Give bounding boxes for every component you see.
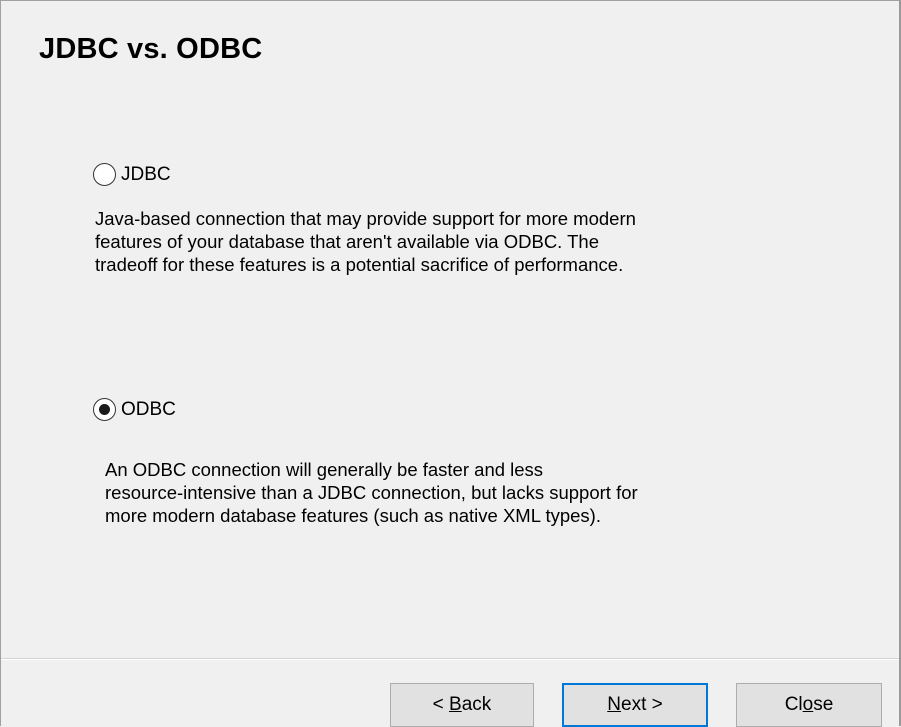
- back-button[interactable]: < Back: [390, 683, 534, 727]
- back-button-prefix: <: [432, 694, 450, 715]
- jdbc-description-line: Java-based connection that may provide s…: [95, 208, 636, 229]
- jdbc-description-line: features of your database that aren't av…: [95, 231, 600, 252]
- jdbc-radio-label: JDBC: [121, 163, 171, 185]
- next-button[interactable]: Next >: [562, 683, 708, 727]
- radio-selected-dot: [99, 404, 110, 415]
- close-button[interactable]: Close: [736, 683, 882, 727]
- next-button-mnemonic: N: [607, 694, 621, 715]
- jdbc-description-line: tradeoff for these features is a potenti…: [95, 254, 624, 275]
- odbc-description-line: resource-intensive than a JDBC connectio…: [105, 482, 638, 503]
- jdbc-radio-button[interactable]: [93, 163, 116, 186]
- odbc-radio-button[interactable]: [93, 398, 116, 421]
- close-button-rest: se: [813, 694, 834, 715]
- odbc-radio-option[interactable]: ODBC: [93, 398, 176, 421]
- jdbc-description: Java-based connection that may provide s…: [95, 207, 636, 276]
- odbc-description-line: An ODBC connection will generally be fas…: [105, 459, 544, 480]
- button-bar-separator: [1, 658, 899, 660]
- next-button-rest: ext >: [621, 694, 663, 715]
- odbc-description-line: more modern database features (such as n…: [105, 505, 601, 526]
- back-button-rest: ack: [461, 694, 492, 715]
- odbc-radio-label: ODBC: [121, 398, 176, 420]
- jdbc-odbc-dialog: JDBC vs. ODBC JDBC Java-based connection…: [0, 0, 901, 727]
- close-button-prefix: Cl: [784, 694, 803, 715]
- close-button-mnemonic: o: [802, 694, 814, 715]
- back-button-mnemonic: B: [449, 694, 462, 715]
- page-title: JDBC vs. ODBC: [39, 33, 263, 65]
- odbc-description: An ODBC connection will generally be fas…: [105, 458, 638, 527]
- jdbc-radio-option[interactable]: JDBC: [93, 163, 171, 186]
